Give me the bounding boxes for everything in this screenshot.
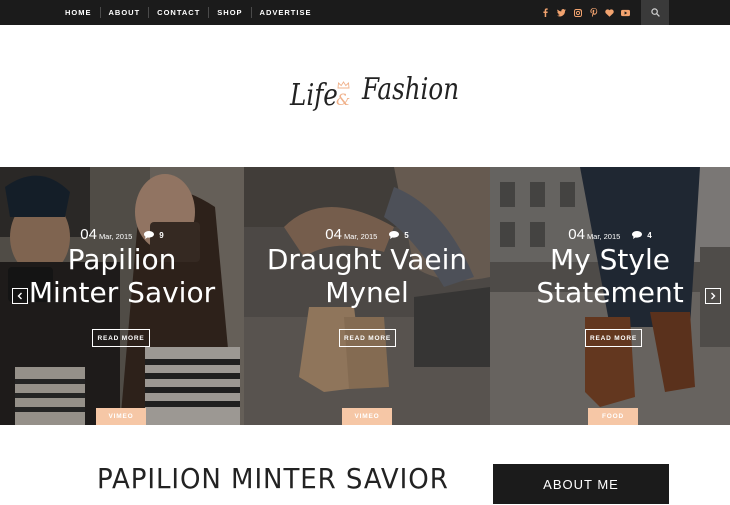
slide-3-title-line2: Statement bbox=[536, 276, 684, 309]
slide-2-comments[interactable]: 5 bbox=[389, 230, 409, 240]
nav-advertise[interactable]: ADVERTISE bbox=[250, 7, 320, 18]
slide-3-month: Mar, 2015 bbox=[586, 232, 621, 241]
slide-3-read-more-button[interactable]: READ MORE bbox=[585, 329, 642, 347]
nav-home[interactable]: HOME bbox=[57, 7, 100, 18]
slide-3-category-tag[interactable]: FOOD bbox=[588, 408, 638, 425]
logo-word-life: Life bbox=[290, 78, 338, 113]
top-navigation-bar: HOME ABOUT CONTACT SHOP ADVERTISE bbox=[0, 0, 730, 25]
slide-2-title-line1: Draught Vaein bbox=[266, 243, 468, 276]
slide-1-comment-count: 9 bbox=[159, 230, 164, 240]
search-icon bbox=[650, 8, 660, 17]
search-button[interactable] bbox=[641, 0, 669, 25]
site-logo[interactable]: Life & Fashion bbox=[285, 68, 459, 122]
logo-word-fashion: Fashion bbox=[362, 72, 460, 107]
slide-2-read-more-button[interactable]: READ MORE bbox=[339, 329, 396, 347]
slide-1-title[interactable]: Papilion Minter Savior bbox=[0, 243, 244, 309]
main-menu: HOME ABOUT CONTACT SHOP ADVERTISE bbox=[57, 0, 319, 25]
crown-icon bbox=[337, 81, 350, 89]
chevron-right-icon bbox=[711, 292, 716, 300]
slide-2-title[interactable]: Draught Vaein Mynel bbox=[244, 243, 490, 309]
comment-icon bbox=[389, 231, 400, 239]
comment-icon bbox=[632, 231, 643, 239]
slide-3-title-line1: My Style bbox=[550, 243, 670, 276]
nav-about[interactable]: ABOUT bbox=[99, 7, 149, 18]
about-me-widget-title: ABOUT ME bbox=[493, 464, 669, 504]
logo-ampersand: & bbox=[336, 90, 351, 109]
slide-1[interactable]: 04 Mar, 2015 9 Papilion Minter Savior RE… bbox=[0, 167, 244, 425]
slide-2-title-line2: Mynel bbox=[325, 276, 409, 309]
nav-contact[interactable]: CONTACT bbox=[148, 7, 208, 18]
pinterest-icon[interactable] bbox=[589, 8, 598, 17]
featured-slider: 04 Mar, 2015 9 Papilion Minter Savior RE… bbox=[0, 167, 730, 425]
youtube-icon[interactable] bbox=[621, 8, 630, 17]
slide-1-category-tag[interactable]: VIMEO bbox=[96, 408, 146, 425]
slide-3-meta: 04 Mar, 2015 4 bbox=[490, 226, 730, 243]
nav-shop[interactable]: SHOP bbox=[208, 7, 250, 18]
slide-1-day: 04 bbox=[80, 226, 97, 243]
slide-2-month: Mar, 2015 bbox=[343, 232, 378, 241]
social-links bbox=[541, 0, 630, 25]
slide-3-comment-count: 4 bbox=[647, 230, 652, 240]
slide-1-title-line1: Papilion bbox=[67, 243, 177, 276]
chevron-left-icon bbox=[17, 292, 22, 300]
slider-prev-button[interactable] bbox=[12, 288, 28, 304]
comment-icon bbox=[144, 231, 155, 239]
twitter-icon[interactable] bbox=[557, 8, 566, 17]
slide-3-title[interactable]: My Style Statement bbox=[490, 243, 730, 309]
slider-next-button[interactable] bbox=[705, 288, 721, 304]
slide-2-day: 04 bbox=[325, 226, 342, 243]
slide-2-category-tag[interactable]: VIMEO bbox=[342, 408, 392, 425]
slide-3-comments[interactable]: 4 bbox=[632, 230, 652, 240]
facebook-icon[interactable] bbox=[541, 8, 550, 17]
slide-1-title-line2: Minter Savior bbox=[28, 276, 216, 309]
slide-1-month: Mar, 2015 bbox=[98, 232, 133, 241]
slide-3[interactable]: 04 Mar, 2015 4 My Style Statement READ M… bbox=[490, 167, 730, 425]
slide-2-meta: 04 Mar, 2015 5 bbox=[244, 226, 490, 243]
slide-1-read-more-button[interactable]: READ MORE bbox=[92, 329, 150, 347]
slide-3-day: 04 bbox=[568, 226, 585, 243]
instagram-icon[interactable] bbox=[573, 8, 582, 17]
slide-2-comment-count: 5 bbox=[404, 230, 409, 240]
slide-1-comments[interactable]: 9 bbox=[144, 230, 164, 240]
heart-icon[interactable] bbox=[605, 8, 614, 17]
slide-2[interactable]: 04 Mar, 2015 5 Draught Vaein Mynel READ … bbox=[244, 167, 490, 425]
slide-1-meta: 04 Mar, 2015 9 bbox=[0, 226, 244, 243]
post-title[interactable]: PAPILION MINTER SAVIOR bbox=[97, 462, 449, 495]
